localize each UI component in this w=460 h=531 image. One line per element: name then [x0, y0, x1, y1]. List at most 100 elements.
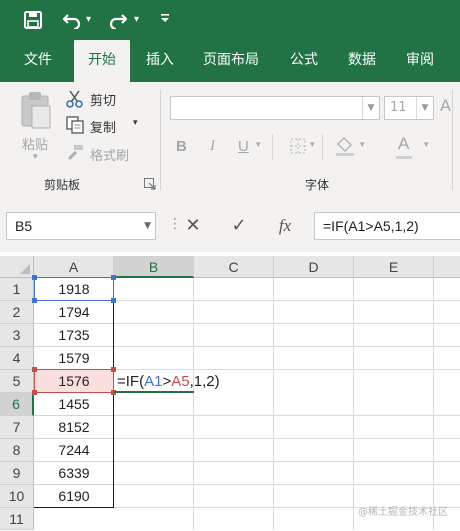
font-color-bar	[396, 156, 412, 159]
paste-icon[interactable]	[18, 90, 58, 130]
formula-ref-a5: A5	[171, 373, 190, 390]
clipboard-group-label: 剪贴板	[44, 178, 81, 192]
cell-a2[interactable]: 1794	[34, 301, 114, 324]
row-header-3[interactable]: 3	[0, 324, 34, 347]
row-header-9[interactable]: 9	[0, 462, 34, 485]
font-color-dropdown-icon[interactable]: ▾	[424, 140, 429, 150]
ribbon-separator	[160, 90, 161, 190]
chevron-down-icon[interactable]: ▼	[144, 221, 151, 231]
clipboard-launcher-icon[interactable]	[144, 178, 156, 190]
tab-page-layout[interactable]: 页面布局	[192, 40, 270, 82]
reference-highlight-a1	[34, 277, 114, 301]
italic-button[interactable]: I	[210, 138, 215, 155]
ribbon-tab-bar: 文件 开始 插入 页面布局 公式 数据 审阅	[0, 40, 460, 82]
redo-dropdown-icon[interactable]: ▾	[134, 12, 139, 28]
row-header-7[interactable]: 7	[0, 416, 34, 439]
formula-input[interactable]: =IF(A1>A5,1,2)	[314, 212, 460, 240]
formula-part: =IF(	[117, 373, 145, 390]
insert-function-button[interactable]: fx	[270, 212, 300, 240]
row-header-4[interactable]: 4	[0, 347, 34, 370]
borders-icon[interactable]	[290, 138, 306, 154]
ribbon-separator	[452, 90, 453, 190]
cell-a9[interactable]: 6339	[34, 462, 114, 485]
reference-handle[interactable]	[32, 298, 37, 303]
tab-review[interactable]: 审阅	[392, 40, 448, 82]
cell-a4[interactable]: 1579	[34, 347, 114, 370]
gridline	[114, 415, 460, 416]
row-header-10[interactable]: 10	[0, 485, 34, 508]
gridline	[114, 300, 460, 301]
undo-icon[interactable]	[60, 9, 84, 31]
copy-dropdown-icon[interactable]: ▾	[133, 118, 138, 128]
cell-a10[interactable]: 6190	[34, 485, 114, 508]
copy-icon	[66, 116, 84, 134]
row-header-11[interactable]: 11	[0, 508, 34, 530]
cell-b5-formula[interactable]: =IF(A1>A5,1,2)	[117, 372, 220, 392]
font-color-icon[interactable]: A	[398, 134, 409, 154]
undo-dropdown-icon[interactable]: ▾	[86, 12, 91, 28]
row-header-8[interactable]: 8	[0, 439, 34, 462]
gridline	[353, 278, 354, 530]
column-header-e[interactable]: E	[354, 256, 434, 278]
cell-a3[interactable]: 1735	[34, 324, 114, 347]
font-size-combobox[interactable]: 11 ▼	[384, 96, 434, 120]
bold-button[interactable]: B	[176, 138, 187, 155]
enter-button[interactable]: ✓	[226, 212, 252, 240]
column-header-a[interactable]: A	[34, 256, 114, 278]
save-icon[interactable]	[22, 9, 44, 31]
gridline	[193, 278, 194, 530]
reference-handle[interactable]	[111, 275, 116, 280]
copy-button[interactable]: 复制	[90, 117, 116, 136]
column-header-f[interactable]	[434, 256, 460, 278]
column-header-b[interactable]: B	[114, 256, 194, 278]
format-painter-button[interactable]: 格式刷	[90, 145, 129, 164]
gridline	[114, 461, 460, 462]
chevron-down-icon[interactable]: ▼	[362, 97, 379, 119]
watermark: @稀土掘金技术社区	[358, 507, 448, 518]
ribbon-home: 粘贴 ▾ 剪切 复制 ▾ 格式刷 剪贴板 ▼ 11 ▼ A B I U ▾ ▾ …	[0, 82, 460, 201]
reference-handle[interactable]	[111, 298, 116, 303]
tab-insert[interactable]: 插入	[134, 40, 186, 82]
gridline	[114, 346, 460, 347]
cell-a6[interactable]: 1455	[34, 393, 114, 416]
cancel-button[interactable]: ✕	[180, 212, 206, 240]
tab-formulas[interactable]: 公式	[276, 40, 332, 82]
reference-handle[interactable]	[32, 367, 37, 372]
cut-button[interactable]: 剪切	[90, 90, 116, 109]
reference-highlight-a5	[34, 369, 114, 393]
column-header-c[interactable]: C	[194, 256, 274, 278]
reference-handle[interactable]	[32, 275, 37, 280]
ribbon-separator	[272, 134, 273, 160]
column-header-d[interactable]: D	[274, 256, 354, 278]
fill-color-icon[interactable]	[334, 135, 356, 157]
chevron-down-icon[interactable]: ▼	[416, 97, 433, 119]
row-header-2[interactable]: 2	[0, 301, 34, 324]
increase-font-size-icon[interactable]: A	[440, 96, 451, 115]
underline-button[interactable]: U	[238, 138, 249, 155]
gridline	[433, 278, 434, 530]
cell-a8[interactable]: 7244	[34, 439, 114, 462]
font-size-value: 11	[390, 100, 407, 115]
reference-handle[interactable]	[32, 390, 37, 395]
redo-icon[interactable]	[106, 9, 130, 31]
tab-home[interactable]: 开始	[74, 40, 130, 82]
cell-a7[interactable]: 8152	[34, 416, 114, 439]
fill-color-dropdown-icon[interactable]: ▾	[360, 140, 365, 150]
name-box[interactable]: B5 ▼	[6, 212, 156, 240]
tab-data[interactable]: 数据	[334, 40, 390, 82]
borders-dropdown-icon[interactable]: ▾	[310, 140, 315, 150]
font-name-combobox[interactable]: ▼	[170, 96, 380, 120]
paste-button[interactable]: 粘贴	[22, 134, 48, 153]
paste-dropdown-icon[interactable]: ▾	[33, 152, 38, 162]
tab-file[interactable]: 文件	[10, 40, 66, 82]
row-header-5[interactable]: 5	[0, 370, 34, 393]
font-group-label: 字体	[305, 178, 330, 192]
row-header-6[interactable]: 6	[0, 393, 34, 416]
gridline	[114, 323, 460, 324]
customize-quick-access-icon[interactable]	[160, 11, 170, 31]
gridline	[273, 278, 274, 530]
format-painter-icon	[66, 144, 84, 162]
underline-dropdown-icon[interactable]: ▾	[256, 140, 261, 150]
row-header-1[interactable]: 1	[0, 278, 34, 301]
select-all-button[interactable]	[0, 256, 34, 278]
